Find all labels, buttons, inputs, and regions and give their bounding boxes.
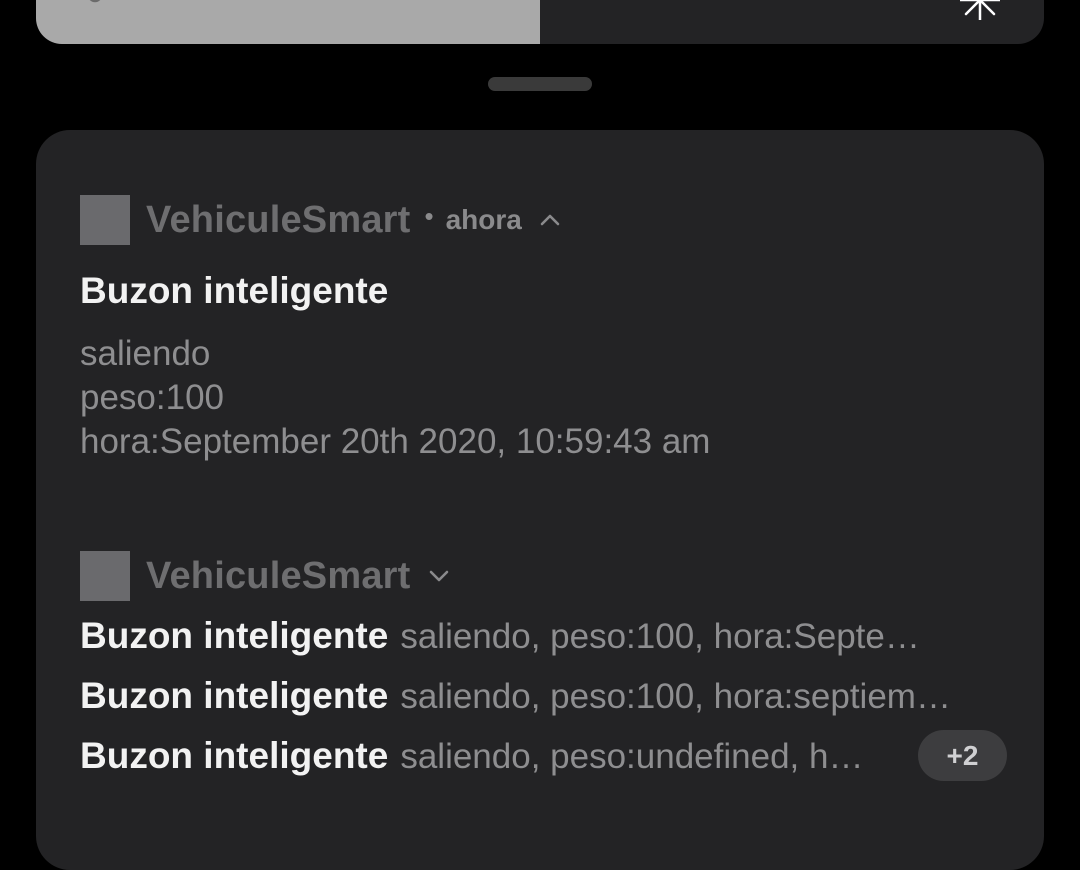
- brightness-high-icon: [958, 0, 1002, 25]
- brightness-slider-fill: [36, 0, 540, 44]
- brightness-low-icon: [80, 0, 110, 15]
- list-item[interactable]: Buzon inteligente saliendo, peso:100, hor…: [80, 674, 980, 719]
- list-item-text: saliendo, peso:100, hora:Septe…: [400, 617, 920, 656]
- list-item-title: Buzon inteligente: [80, 675, 389, 716]
- chevron-up-icon[interactable]: [538, 208, 562, 232]
- more-notifications-badge[interactable]: +2: [918, 730, 1007, 781]
- notification-body: saliendo peso:100 hora:September 20th 20…: [80, 332, 710, 464]
- chevron-down-icon[interactable]: [427, 564, 451, 588]
- header-separator: •: [424, 200, 434, 231]
- list-item[interactable]: Buzon inteligente saliendo, peso:undefine…: [80, 734, 900, 779]
- app-name: VehiculeSmart: [146, 198, 411, 241]
- list-item-title: Buzon inteligente: [80, 735, 389, 776]
- brightness-slider[interactable]: [36, 0, 1044, 44]
- notification-group-header[interactable]: VehiculeSmart: [80, 551, 451, 601]
- notification-body-line: peso:100: [80, 378, 225, 417]
- app-icon: [80, 195, 130, 245]
- list-item-text: saliendo, peso:100, hora:septiem…: [400, 677, 951, 716]
- notification-time: ahora: [445, 204, 522, 235]
- notification-body-line: hora:September 20th 2020, 10:59:43 am: [80, 422, 711, 461]
- list-item[interactable]: Buzon inteligente saliendo, peso:100, hor…: [80, 614, 980, 659]
- list-item-text: saliendo, peso:undefined, h…: [400, 737, 864, 776]
- app-name: VehiculeSmart: [146, 554, 411, 597]
- app-icon: [80, 551, 130, 601]
- panel-drag-handle[interactable]: [488, 77, 592, 91]
- notification-header: VehiculeSmart • ahora: [80, 195, 562, 245]
- notification-title: Buzon inteligente: [80, 270, 389, 311]
- notification-body-line: saliendo: [80, 334, 211, 373]
- notification-card[interactable]: VehiculeSmart • ahora Buzon inteligente …: [36, 130, 1044, 870]
- list-item-title: Buzon inteligente: [80, 615, 389, 656]
